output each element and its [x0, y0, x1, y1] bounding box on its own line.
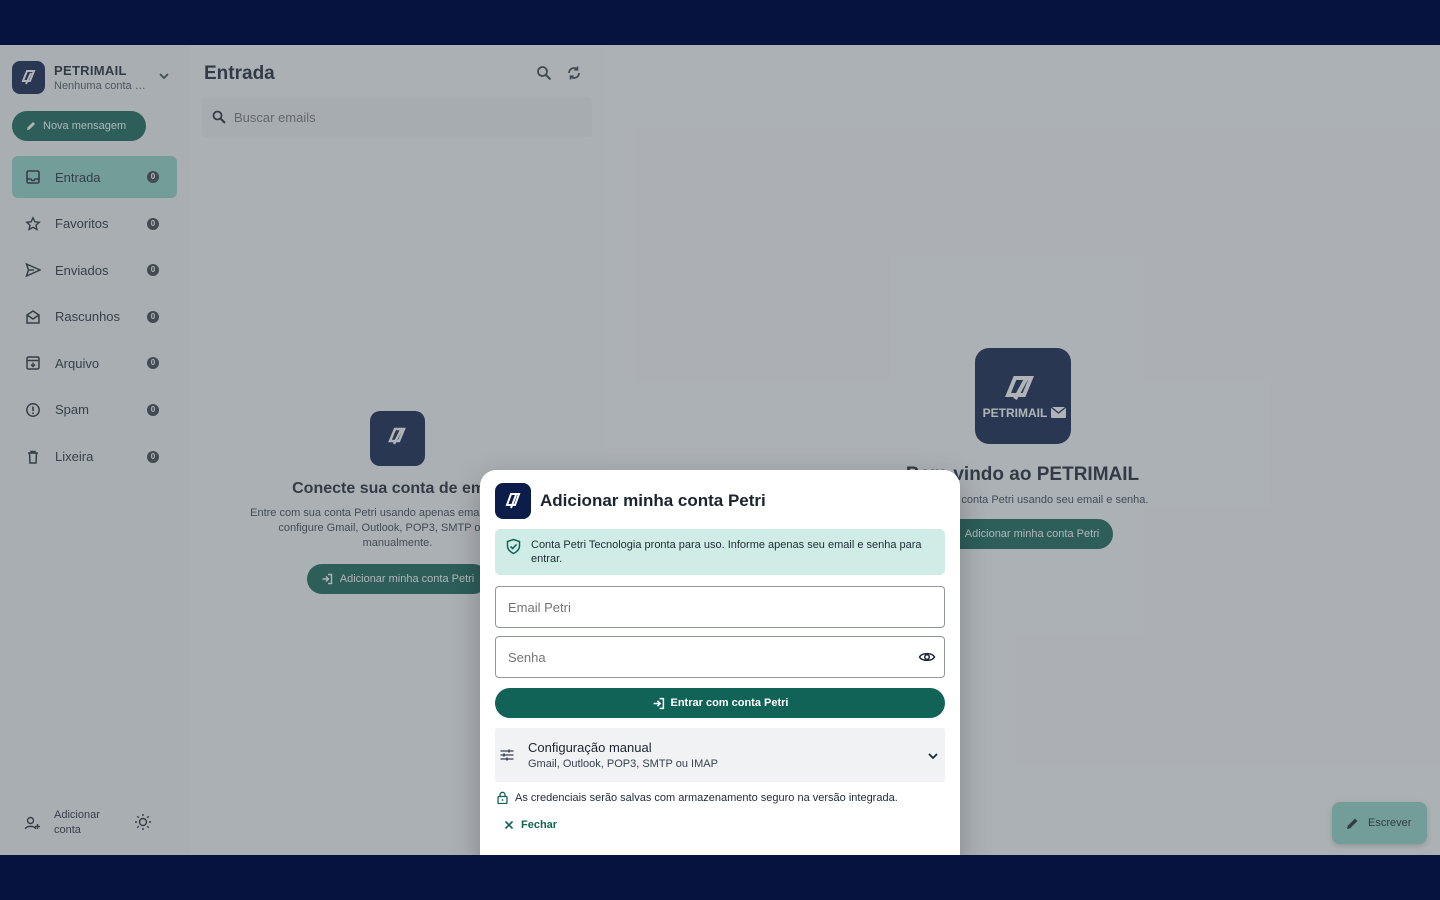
- email-field: [495, 586, 945, 628]
- sign-in-button[interactable]: Entrar com conta Petri: [495, 688, 945, 718]
- info-banner: Conta Petri Tecnologia pronta para uso. …: [495, 529, 945, 575]
- eye-icon[interactable]: [918, 648, 936, 671]
- password-field: [495, 636, 945, 678]
- lock-icon: [497, 791, 508, 804]
- dialog-header: Adicionar minha conta Petri: [495, 483, 766, 519]
- dialog-title: Adicionar minha conta Petri: [540, 491, 766, 510]
- close-label: Fechar: [521, 819, 558, 831]
- shield-check-icon: [506, 538, 521, 555]
- info-text: Conta Petri Tecnologia pronta para uso. …: [531, 539, 922, 565]
- close-button[interactable]: Fechar: [504, 819, 557, 831]
- chevron-down-icon[interactable]: [927, 749, 939, 767]
- security-note: As credenciais serão salvas com armazena…: [497, 791, 898, 804]
- app-window: PETRIMAIL Nenhuma conta conectada Nova m…: [0, 45, 1440, 855]
- manual-config-title: Configuração manual: [528, 740, 652, 755]
- password-input[interactable]: [496, 637, 896, 677]
- email-input[interactable]: [496, 587, 896, 627]
- login-icon: [653, 697, 664, 709]
- security-text: As credenciais serão salvas com armazena…: [515, 791, 898, 804]
- manual-config-subtitle: Gmail, Outlook, POP3, SMTP ou IMAP: [528, 758, 718, 770]
- petrimail-logo: [495, 483, 531, 519]
- add-account-dialog: Adicionar minha conta Petri Conta Petri …: [480, 470, 960, 855]
- sign-in-label: Entrar com conta Petri: [670, 697, 789, 709]
- sliders-icon: [500, 749, 514, 761]
- manual-config-accordion[interactable]: Configuração manual Gmail, Outlook, POP3…: [495, 728, 945, 782]
- close-icon: [504, 820, 514, 830]
